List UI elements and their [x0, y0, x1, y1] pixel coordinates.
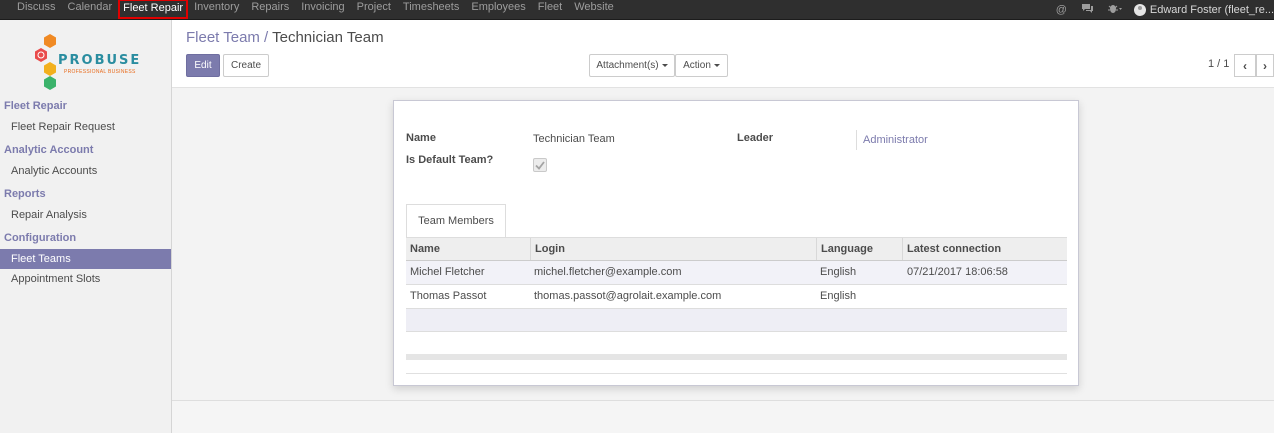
- column-header-language[interactable]: Language: [816, 238, 902, 260]
- team-members-table: Name Login Language Latest connection Mi…: [406, 237, 1067, 332]
- menu-inventory[interactable]: Inventory: [188, 0, 245, 15]
- logo-text: PROBUSE: [58, 53, 142, 68]
- section-reports: Reports: [4, 188, 46, 200]
- column-header-login[interactable]: Login: [530, 238, 816, 260]
- breadcrumb-separator: /: [263, 29, 269, 46]
- breadcrumb: Fleet Team / Technician Team: [186, 29, 384, 46]
- table-header: Name Login Language Latest connection: [406, 237, 1067, 261]
- edit-button[interactable]: Edit: [186, 54, 220, 77]
- breadcrumb-current: Technician Team: [272, 29, 384, 46]
- action-dropdown[interactable]: Action: [675, 54, 728, 77]
- divider: [406, 373, 1067, 374]
- form-sheet: Name Technician Team Leader Administrato…: [393, 100, 1079, 386]
- cell-latest-connection: 07/21/2017 18:06:58: [907, 266, 1008, 278]
- action-label: Action: [683, 60, 711, 71]
- leader-link[interactable]: Administrator: [856, 130, 928, 150]
- menu-invoicing[interactable]: Invoicing: [295, 0, 350, 15]
- company-logo: PROBUSE PROFESSIONAL BUSINESS: [28, 30, 148, 92]
- logo-subtext: PROFESSIONAL BUSINESS: [64, 69, 136, 75]
- menu-website[interactable]: Website: [568, 0, 620, 15]
- table-row-empty: [406, 309, 1067, 332]
- sidebar-item-analytic-accounts[interactable]: Analytic Accounts: [0, 161, 171, 181]
- column-header-latest-connection[interactable]: Latest connection: [902, 238, 1067, 260]
- attachments-dropdown[interactable]: Attachment(s): [589, 54, 675, 77]
- app-menu: Discuss Calendar Fleet Repair Inventory …: [11, 0, 620, 20]
- leader-label: Leader: [737, 132, 774, 144]
- section-fleet-repair: Fleet Repair: [4, 100, 67, 112]
- user-name: Edward Foster (fleet_re...: [1149, 4, 1274, 16]
- sidebar-item-fleet-repair-request[interactable]: Fleet Repair Request: [0, 117, 171, 137]
- sidebar: PROBUSE PROFESSIONAL BUSINESS Fleet Repa…: [0, 20, 172, 433]
- default-team-label: Is Default Team?: [406, 154, 494, 166]
- chat-icon[interactable]: [1081, 3, 1094, 18]
- sidebar-item-appointment-slots[interactable]: Appointment Slots: [0, 269, 171, 289]
- name-value: Technician Team: [533, 133, 615, 145]
- attachments-label: Attachment(s): [596, 60, 659, 71]
- section-configuration: Configuration: [4, 232, 77, 244]
- cell-language: English: [820, 290, 857, 302]
- menu-timesheets[interactable]: Timesheets: [397, 0, 465, 15]
- chevron-left-icon[interactable]: ‹: [1234, 54, 1256, 77]
- table-row[interactable]: Michel Fletcher michel.fletcher@example.…: [406, 261, 1067, 285]
- menu-fleet-repair[interactable]: Fleet Repair: [118, 0, 189, 19]
- cell-language: English: [820, 266, 857, 278]
- sidebar-item-fleet-teams[interactable]: Fleet Teams: [0, 249, 171, 269]
- footer-strip: [172, 400, 1274, 433]
- menu-employees[interactable]: Employees: [465, 0, 531, 15]
- sidebar-item-repair-analysis[interactable]: Repair Analysis: [0, 205, 171, 225]
- user-menu[interactable]: Edward Foster (fleet_re...: [1133, 4, 1274, 16]
- section-analytic-account: Analytic Account: [4, 144, 94, 156]
- caret-down-icon: [661, 64, 668, 67]
- menu-repairs[interactable]: Repairs: [245, 0, 295, 15]
- bug-icon[interactable]: [1107, 3, 1122, 18]
- default-team-checkbox[interactable]: [533, 158, 547, 172]
- menu-calendar[interactable]: Calendar: [62, 0, 119, 15]
- menu-discuss[interactable]: Discuss: [11, 0, 62, 15]
- menu-project[interactable]: Project: [351, 0, 397, 15]
- cell-name: Michel Fletcher: [410, 266, 485, 278]
- top-navbar: Discuss Calendar Fleet Repair Inventory …: [0, 0, 1274, 20]
- tab-team-members[interactable]: Team Members: [406, 204, 506, 238]
- pager-value: 1 / 1: [1208, 58, 1230, 70]
- menu-fleet[interactable]: Fleet: [532, 0, 568, 15]
- caret-down-icon: [713, 64, 720, 67]
- create-button[interactable]: Create: [223, 54, 269, 77]
- system-tray: @ Edward Foster (fleet_re...: [1049, 0, 1274, 20]
- column-header-name[interactable]: Name: [406, 238, 530, 260]
- avatar: [1133, 4, 1146, 16]
- name-label: Name: [406, 132, 436, 144]
- table-row[interactable]: Thomas Passot thomas.passot@agrolait.exa…: [406, 285, 1067, 309]
- at-icon[interactable]: @: [1056, 3, 1067, 17]
- cell-login: michel.fletcher@example.com: [534, 266, 682, 278]
- cell-name: Thomas Passot: [410, 290, 487, 302]
- cell-login: thomas.passot@agrolait.example.com: [534, 290, 722, 302]
- breadcrumb-parent-link[interactable]: Fleet Team: [186, 29, 260, 46]
- check-icon: [535, 160, 545, 170]
- chevron-right-icon[interactable]: ›: [1256, 54, 1274, 77]
- table-footer: [406, 354, 1067, 360]
